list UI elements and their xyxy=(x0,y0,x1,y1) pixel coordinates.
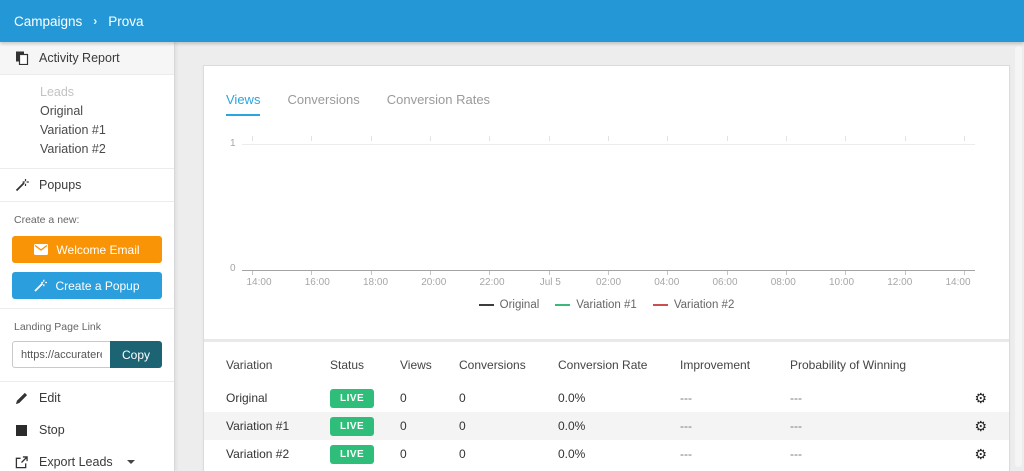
sidebar-item-label: Activity Report xyxy=(39,51,120,65)
column-header-views: Views xyxy=(400,358,432,372)
conversion-rate-value: 0.0% xyxy=(558,419,586,433)
create-popup-label: Create a Popup xyxy=(55,278,140,293)
gear-icon[interactable] xyxy=(974,418,987,434)
chart-top-ticks xyxy=(242,136,975,141)
column-header-status: Status xyxy=(330,358,365,372)
table-row-variation-1: Variation #1 LIVE 0 0 0.0% --- --- xyxy=(204,412,1009,440)
column-header-probability: Probability of Winning xyxy=(790,358,907,372)
legend-item-original[interactable]: Original xyxy=(478,299,540,311)
variation-name: Variation #2 xyxy=(226,447,290,461)
table-row-original: Original LIVE 0 0 0.0% --- --- xyxy=(204,384,1009,412)
sidebar-item-label: Edit xyxy=(39,391,61,405)
export-icon xyxy=(14,455,29,469)
views-value: 0 xyxy=(400,419,407,433)
page-scrollbar[interactable] xyxy=(1015,46,1022,467)
sidebar-subitem-original[interactable]: Original xyxy=(40,102,174,121)
legend-swatch xyxy=(555,304,571,306)
report-card: Views Conversions Conversion Rates 1 0 1… xyxy=(203,65,1010,471)
envelope-icon xyxy=(34,244,49,255)
gridline-y1 xyxy=(242,144,975,145)
main-content: Views Conversions Conversion Rates 1 0 1… xyxy=(175,42,1024,471)
probability-value: --- xyxy=(790,419,802,433)
sidebar-item-popups[interactable]: Popups xyxy=(0,169,174,202)
conversions-value: 0 xyxy=(459,447,466,461)
column-header-conversion-rate: Conversion Rate xyxy=(558,358,648,372)
x-axis-labels: 14:00 16:00 18:00 20:00 22:00 Jul 5 02:0… xyxy=(246,277,971,288)
gear-icon[interactable] xyxy=(974,446,987,462)
status-badge: LIVE xyxy=(330,444,375,464)
sidebar-item-label: Stop xyxy=(39,423,65,437)
breadcrumb-current-page: Prova xyxy=(108,13,144,29)
gear-icon[interactable] xyxy=(974,390,987,406)
sidebar-subitem-variation-1[interactable]: Variation #1 xyxy=(40,121,174,140)
views-line-chart[interactable]: 1 0 14:00 16:00 18:00 20:00 22:00 Jul 5 … xyxy=(226,130,987,290)
improvement-value: --- xyxy=(680,447,692,461)
legend-item-variation-1[interactable]: Variation #1 xyxy=(555,299,637,311)
top-navigation-bar: Campaigns › Prova xyxy=(0,0,1024,42)
create-popup-button[interactable]: Create a Popup xyxy=(12,272,162,299)
breadcrumb-campaigns-link[interactable]: Campaigns xyxy=(14,14,82,29)
stop-square-icon xyxy=(14,424,29,436)
y-axis-tick-0: 0 xyxy=(230,263,236,274)
tab-conversion-rates[interactable]: Conversion Rates xyxy=(387,92,490,116)
views-value: 0 xyxy=(400,447,407,461)
conversions-value: 0 xyxy=(459,419,466,433)
conversion-rate-value: 0.0% xyxy=(558,447,586,461)
views-value: 0 xyxy=(400,391,407,405)
legend-swatch xyxy=(652,304,668,306)
legend-swatch xyxy=(478,304,494,306)
table-header-row: Variation Status Views Conversions Conve… xyxy=(204,342,1009,384)
y-axis-tick-1: 1 xyxy=(230,138,236,149)
conversion-rate-value: 0.0% xyxy=(558,391,586,405)
landing-page-link-section: Landing Page Link Copy xyxy=(0,308,174,368)
sidebar-item-label: Export Leads xyxy=(39,455,113,469)
conversions-value: 0 xyxy=(459,391,466,405)
create-new-label: Create a new: xyxy=(14,214,80,226)
column-header-conversions: Conversions xyxy=(459,358,526,372)
magic-wand-icon xyxy=(14,178,29,192)
chart-bottom-ticks xyxy=(242,271,975,275)
chevron-down-icon xyxy=(126,460,135,464)
improvement-value: --- xyxy=(680,391,692,405)
variations-table: Variation Status Views Conversions Conve… xyxy=(204,342,1009,468)
table-row-variation-2: Variation #2 LIVE 0 0 0.0% --- --- xyxy=(204,440,1009,468)
legend-label: Variation #1 xyxy=(576,299,637,311)
landing-page-url-input[interactable] xyxy=(12,341,110,368)
breadcrumb-chevron-icon: › xyxy=(93,14,98,28)
sidebar-item-export-leads[interactable]: Export Leads xyxy=(0,446,174,471)
report-sub-list: Leads Original Variation #1 Variation #2 xyxy=(0,75,174,169)
status-badge: LIVE xyxy=(330,388,375,408)
report-tabs: Views Conversions Conversion Rates xyxy=(226,92,987,116)
landing-page-link-label: Landing Page Link xyxy=(14,321,101,333)
tab-conversions[interactable]: Conversions xyxy=(287,92,359,116)
improvement-value: --- xyxy=(680,419,692,433)
legend-item-variation-2[interactable]: Variation #2 xyxy=(652,299,735,311)
copy-link-button[interactable]: Copy xyxy=(110,341,162,368)
welcome-email-button[interactable]: Welcome Email xyxy=(12,236,162,263)
welcome-email-label: Welcome Email xyxy=(56,242,140,257)
magic-wand-icon xyxy=(34,279,48,292)
legend-label: Variation #2 xyxy=(673,299,735,311)
report-pages-icon xyxy=(14,51,29,65)
variation-name: Variation #1 xyxy=(226,419,290,433)
sidebar-subitem-leads[interactable]: Leads xyxy=(40,83,174,102)
column-header-improvement: Improvement xyxy=(680,358,751,372)
probability-value: --- xyxy=(790,447,802,461)
sidebar-item-label: Popups xyxy=(39,178,82,192)
chart-legend: Original Variation #1 Variation #2 xyxy=(226,299,987,311)
column-header-variation: Variation xyxy=(226,358,273,372)
sidebar-item-activity-report[interactable]: Activity Report xyxy=(0,42,174,75)
probability-value: --- xyxy=(790,391,802,405)
campaign-actions: Edit Stop Export Leads Duplicate xyxy=(0,381,174,471)
sidebar: Activity Report Leads Original Variation… xyxy=(0,42,175,471)
sidebar-item-edit[interactable]: Edit xyxy=(0,382,174,414)
variation-name: Original xyxy=(226,391,268,405)
sidebar-item-stop[interactable]: Stop xyxy=(0,414,174,446)
legend-label: Original xyxy=(499,299,540,311)
status-badge: LIVE xyxy=(330,416,375,436)
chart-section: Views Conversions Conversion Rates 1 0 1… xyxy=(204,66,1009,339)
tab-views[interactable]: Views xyxy=(226,92,261,116)
sidebar-subitem-variation-2[interactable]: Variation #2 xyxy=(40,140,174,159)
pencil-icon xyxy=(14,392,29,405)
